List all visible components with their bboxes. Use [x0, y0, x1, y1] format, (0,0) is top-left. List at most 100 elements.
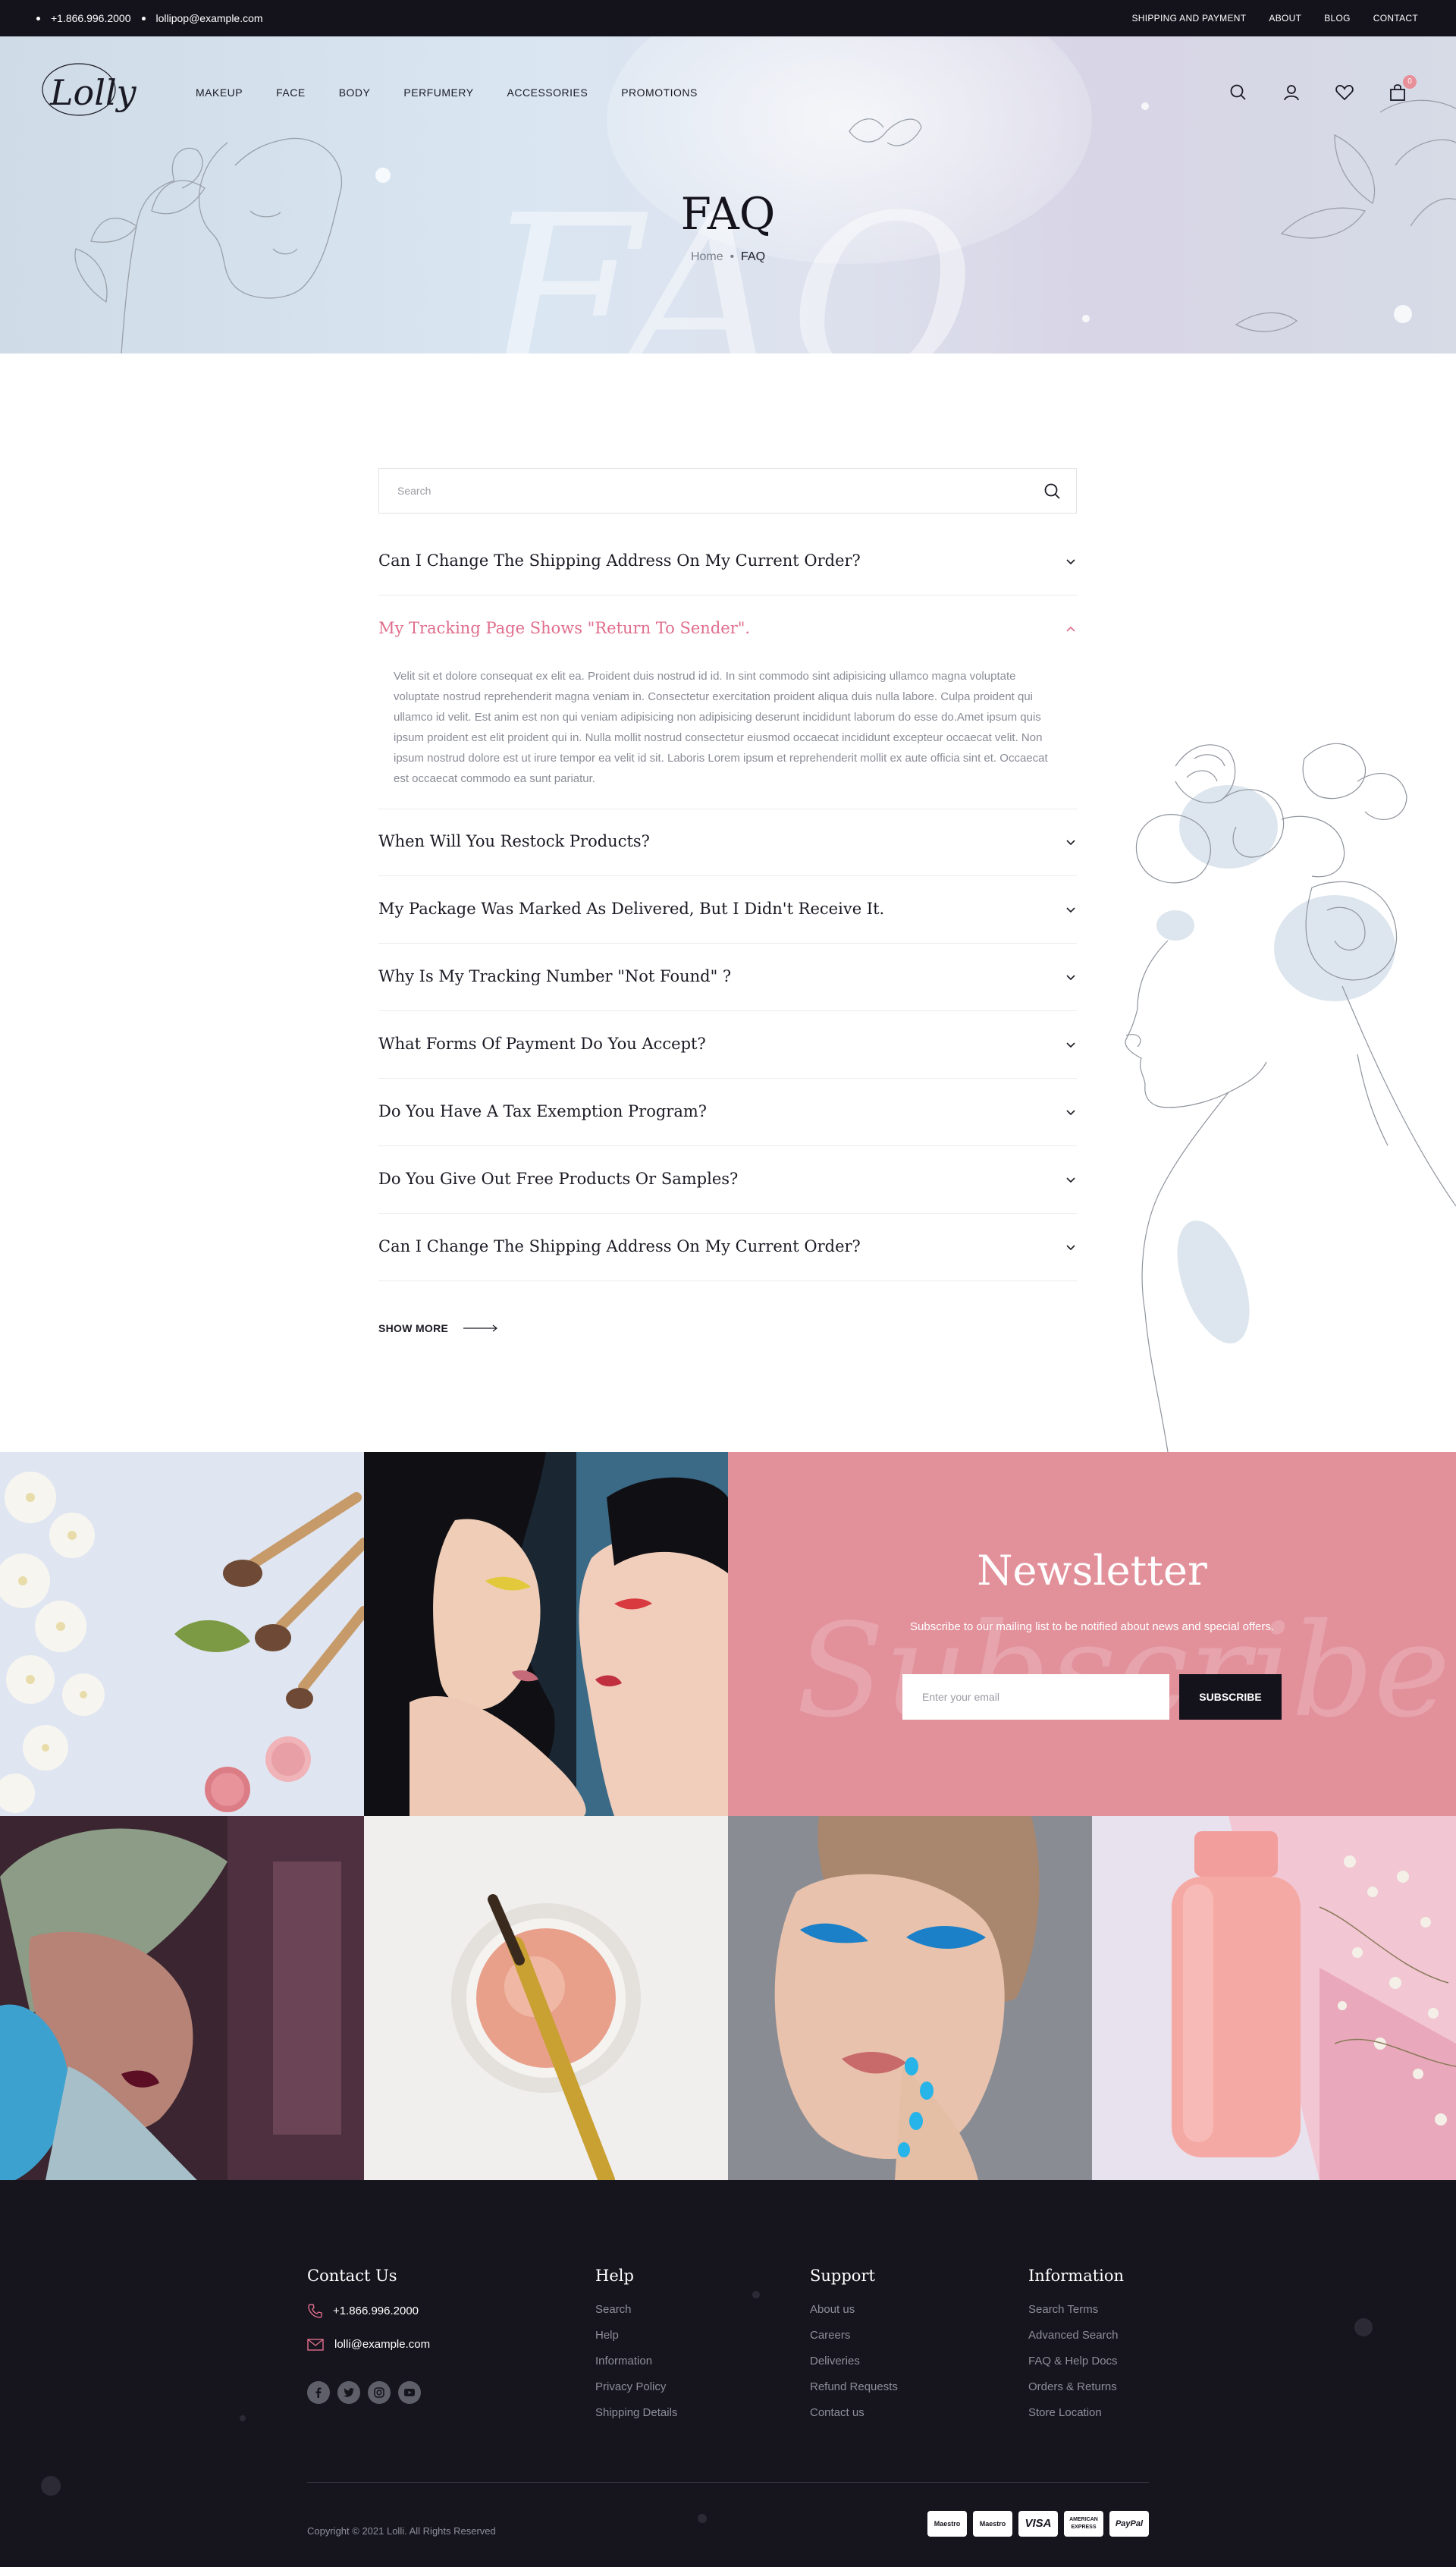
- faq-question-active[interactable]: My Tracking Page Shows "Return To Sender…: [378, 619, 750, 637]
- faq-question[interactable]: Why Is My Tracking Number "Not Found" ?: [378, 967, 731, 985]
- gallery-image-laneige-bottle[interactable]: [1092, 1816, 1456, 2180]
- footer-link-help[interactable]: Help: [595, 2329, 677, 2342]
- nav-item-face[interactable]: FACE: [276, 86, 306, 99]
- chevron-down-icon[interactable]: [1065, 1241, 1077, 1253]
- footer-link-search-terms[interactable]: Search Terms: [1028, 2303, 1124, 2316]
- topbar-link-shipping[interactable]: SHIPPING AND PAYMENT: [1131, 13, 1246, 24]
- faq-question[interactable]: When Will You Restock Products?: [378, 832, 650, 850]
- breadcrumb-separator: •: [730, 250, 735, 263]
- footer-link-deliveries[interactable]: Deliveries: [810, 2355, 898, 2367]
- faq-item[interactable]: My Package Was Marked As Delivered, But …: [378, 900, 1077, 944]
- footer-link-advanced-search[interactable]: Advanced Search: [1028, 2329, 1124, 2342]
- nav-item-perfumery[interactable]: PERFUMERY: [403, 86, 473, 99]
- footer-link-shipping[interactable]: Shipping Details: [595, 2406, 677, 2419]
- nav-item-body[interactable]: BODY: [339, 86, 371, 99]
- topbar-link-about[interactable]: ABOUT: [1269, 13, 1301, 24]
- show-more-label: SHOW MORE: [378, 1322, 449, 1334]
- faq-item[interactable]: Can I Change The Shipping Address On My …: [378, 1237, 1077, 1281]
- chevron-up-icon[interactable]: [1065, 623, 1077, 635]
- chevron-down-icon[interactable]: [1065, 1106, 1077, 1118]
- site-logo[interactable]: Lolly: [39, 58, 146, 126]
- phone-icon: [308, 2304, 322, 2318]
- gallery-image-woman-hat[interactable]: [0, 1816, 364, 2180]
- amex-card-icon: AMERICAN EXPRESS: [1064, 2511, 1103, 2537]
- faq-search-input[interactable]: [379, 469, 1016, 513]
- copyright: Copyright © 2021 Lolli. All Rights Reser…: [307, 2525, 496, 2537]
- show-more-button[interactable]: SHOW MORE: [378, 1322, 498, 1334]
- main-nav: MAKEUP FACE BODY PERFUMERY ACCESSORIES P…: [196, 36, 698, 149]
- faq-item[interactable]: When Will You Restock Products?: [378, 832, 1077, 876]
- chevron-down-icon[interactable]: [1065, 1174, 1077, 1186]
- faq-question[interactable]: Do You Have A Tax Exemption Program?: [378, 1102, 707, 1120]
- faq-item[interactable]: What Forms Of Payment Do You Accept?: [378, 1035, 1077, 1079]
- user-icon[interactable]: [1282, 83, 1301, 102]
- topbar-phone[interactable]: +1.866.996.2000: [51, 12, 131, 24]
- nav-item-accessories[interactable]: ACCESSORIES: [507, 86, 588, 99]
- gallery-image-powder-brush[interactable]: [364, 1816, 728, 2180]
- footer-support: Support About us Careers Deliveries Refu…: [810, 2267, 898, 2432]
- footer-email[interactable]: lolli@example.com: [334, 2338, 430, 2351]
- footer-link-store-location[interactable]: Store Location: [1028, 2406, 1124, 2419]
- twitter-icon[interactable]: [337, 2381, 360, 2404]
- cart-count-badge: 0: [1403, 75, 1417, 89]
- footer-link-faq[interactable]: FAQ & Help Docs: [1028, 2355, 1124, 2367]
- footer-link-orders-returns[interactable]: Orders & Returns: [1028, 2380, 1124, 2393]
- gallery-image-flowers-brushes[interactable]: [0, 1452, 364, 1816]
- faq-question[interactable]: My Package Was Marked As Delivered, But …: [378, 900, 884, 918]
- faq-item[interactable]: Do You Give Out Free Products Or Samples…: [378, 1170, 1077, 1214]
- faq-item[interactable]: Can I Change The Shipping Address On My …: [378, 551, 1077, 595]
- footer-information-title: Information: [1028, 2267, 1125, 2285]
- chevron-down-icon[interactable]: [1065, 1038, 1077, 1051]
- facebook-icon[interactable]: [307, 2381, 330, 2404]
- faq-question[interactable]: Can I Change The Shipping Address On My …: [378, 551, 861, 570]
- footer-link-privacy[interactable]: Privacy Policy: [595, 2380, 677, 2393]
- footer-email-row[interactable]: lolli@example.com: [307, 2338, 430, 2351]
- topbar-link-contact[interactable]: CONTACT: [1373, 13, 1418, 24]
- chevron-down-icon[interactable]: [1065, 903, 1077, 916]
- subscribe-button[interactable]: SUBSCRIBE: [1179, 1674, 1282, 1720]
- woman-line-art: [1125, 743, 1456, 1452]
- footer-link-about[interactable]: About us: [810, 2303, 898, 2316]
- maestro-card-icon: Maestro: [973, 2511, 1012, 2537]
- youtube-icon[interactable]: [398, 2381, 421, 2404]
- faq-item[interactable]: Why Is My Tracking Number "Not Found" ?: [378, 967, 1077, 1011]
- faq-item-open[interactable]: My Tracking Page Shows "Return To Sender…: [378, 619, 1077, 809]
- footer-divider: [307, 2482, 1149, 2483]
- topbar-link-blog[interactable]: BLOG: [1324, 13, 1351, 24]
- nav-item-promotions[interactable]: PROMOTIONS: [621, 86, 698, 99]
- nav-item-makeup[interactable]: MAKEUP: [196, 86, 243, 99]
- breadcrumb-home[interactable]: Home: [691, 250, 723, 263]
- header-icons: 0: [1228, 36, 1417, 149]
- footer-link-contact[interactable]: Contact us: [810, 2406, 898, 2419]
- payment-methods: Maestro Maestro VISA AMERICAN EXPRESS Pa…: [927, 2511, 1149, 2537]
- gallery-image-two-women[interactable]: [364, 1452, 728, 1816]
- footer-link-search[interactable]: Search: [595, 2303, 677, 2316]
- instagram-icon[interactable]: [368, 2381, 391, 2404]
- newsletter-section: Subscribe Newsletter Subscribe to our ma…: [728, 1452, 1456, 1816]
- search-icon[interactable]: [1228, 83, 1248, 102]
- heart-icon[interactable]: [1335, 83, 1354, 102]
- chevron-down-icon[interactable]: [1065, 836, 1077, 848]
- bullet-icon: [36, 16, 40, 20]
- footer-link-careers[interactable]: Careers: [810, 2329, 898, 2342]
- newsletter-email-input[interactable]: [902, 1674, 1169, 1720]
- search-icon[interactable]: [1043, 482, 1062, 501]
- faq-question[interactable]: Do You Give Out Free Products Or Samples…: [378, 1170, 738, 1188]
- faq-item[interactable]: Do You Have A Tax Exemption Program?: [378, 1102, 1077, 1146]
- gallery-image-blue-makeup[interactable]: [728, 1816, 1092, 2180]
- faq-question[interactable]: Can I Change The Shipping Address On My …: [378, 1237, 861, 1255]
- faq-question[interactable]: What Forms Of Payment Do You Accept?: [378, 1035, 706, 1053]
- chevron-down-icon[interactable]: [1065, 971, 1077, 983]
- chevron-down-icon[interactable]: [1065, 555, 1077, 567]
- footer-link-refunds[interactable]: Refund Requests: [810, 2380, 898, 2393]
- footer-phone[interactable]: +1.866.996.2000: [333, 2305, 419, 2317]
- top-bar: +1.866.996.2000 lollipop@example.com SHI…: [0, 0, 1456, 36]
- arrow-right-icon: [463, 1324, 498, 1332]
- topbar-email[interactable]: lollipop@example.com: [156, 12, 263, 24]
- cart-button[interactable]: 0: [1388, 75, 1417, 102]
- visa-card-icon: VISA: [1018, 2511, 1058, 2537]
- page-title: FAQ: [680, 188, 776, 240]
- footer-link-information[interactable]: Information: [595, 2355, 677, 2367]
- breadcrumb-current: FAQ: [741, 250, 766, 263]
- footer-phone-row[interactable]: +1.866.996.2000: [307, 2303, 430, 2318]
